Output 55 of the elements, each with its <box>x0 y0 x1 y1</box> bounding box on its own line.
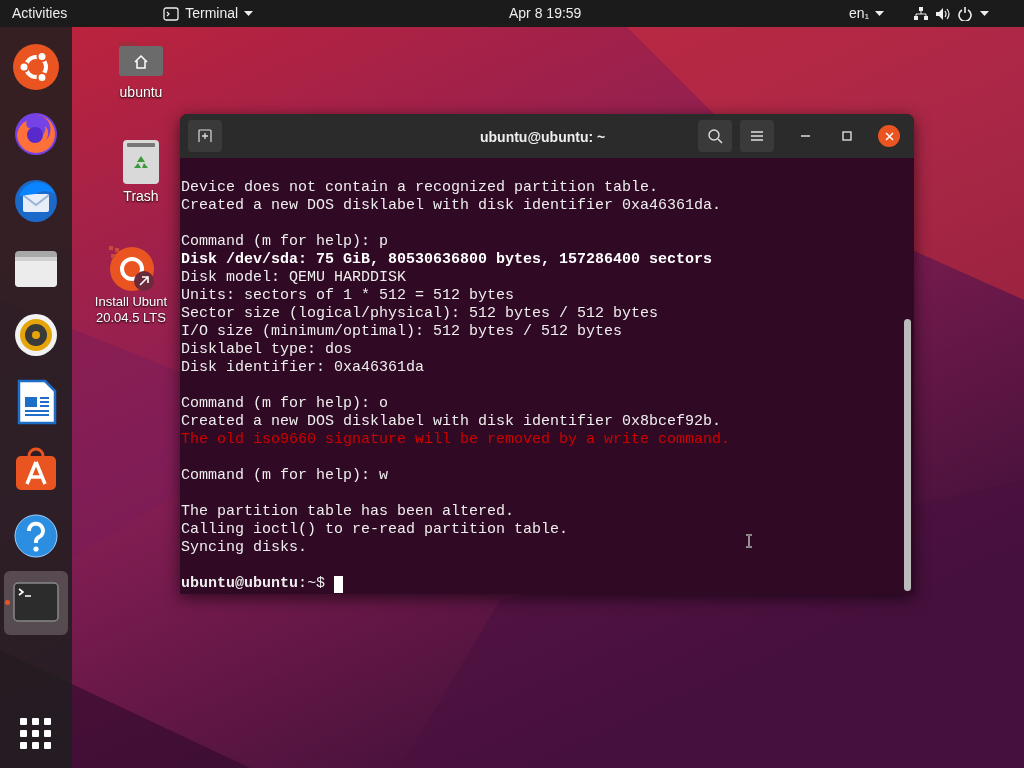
window-title: ubuntu@ubuntu: ~ <box>480 128 606 147</box>
error-line: The old iso9660 signature will be removed by a write command. <box>181 431 731 449</box>
output-line: I/O size (minimum/optimal): 512 bytes / 512 bytes <box>181 323 623 341</box>
output-line: Command (m for help): w <box>181 467 389 485</box>
output-line: Disklabel type: dos <box>181 341 353 359</box>
installer-icon <box>107 244 155 292</box>
desktop-icon-label[interactable]: ubuntu <box>119 84 163 100</box>
input-source-menu[interactable]: en₁ <box>849 0 885 27</box>
output-line: Calling ioctl() to re-read partition table. <box>181 521 569 539</box>
output-line: Created a new DOS disklabel with disk identifier 0xa46361da. <box>181 197 722 215</box>
text-cursor <box>334 575 344 593</box>
maximize-icon <box>842 131 852 141</box>
output-line: Command (m for help): p <box>181 233 389 251</box>
desktop-icon-label[interactable]: Trash <box>123 188 159 204</box>
i-beam-cursor-icon <box>745 534 753 548</box>
caret-icon <box>244 11 254 16</box>
running-indicator <box>5 600 10 605</box>
network-icon <box>914 7 928 20</box>
desktop-icon-label[interactable]: Install Ubunt 20.04.5 LTS <box>94 294 168 326</box>
shell-prompt: ubuntu@ubuntu:~$ <box>181 575 327 593</box>
speaker-icon <box>13 312 59 358</box>
caret-icon <box>875 11 885 16</box>
help-icon <box>13 513 59 559</box>
ubuntu-logo-icon <box>13 44 59 90</box>
output-line: Disk identifier: 0xa46361da <box>181 359 425 377</box>
output-line: Sector size (logical/physical): 512 bytes / 512 bytes <box>181 305 659 323</box>
output-line: The partition table has been altered. <box>181 503 515 521</box>
activities-button[interactable]: Activities <box>0 0 80 27</box>
search-button[interactable] <box>698 120 732 152</box>
app-menu[interactable]: Terminal <box>163 0 254 27</box>
power-icon <box>958 6 972 21</box>
search-icon <box>707 128 723 144</box>
menu-icon <box>751 131 763 141</box>
volume-icon <box>936 6 950 21</box>
output-line: Units: sectors of 1 * 512 = 512 bytes <box>181 287 515 305</box>
output-line: Disk model: QEMU HARDDISK <box>181 269 407 287</box>
output-line: Created a new DOS disklabel with disk identifier 0x8bcef92b. <box>181 413 722 431</box>
shopping-bag-icon <box>13 446 59 492</box>
output-line: Command (m for help): o <box>181 395 389 413</box>
app-grid-icon <box>20 717 51 749</box>
caret-icon <box>980 11 989 16</box>
new-tab-button[interactable] <box>188 120 222 152</box>
browser-globe-icon <box>13 111 59 157</box>
output-line: Device does not contain a recognized partition table. <box>181 179 659 197</box>
scrollbar-thumb[interactable] <box>904 319 911 591</box>
terminal-icon <box>163 6 180 21</box>
app-grid-button[interactable] <box>20 717 52 749</box>
menu-button[interactable] <box>740 120 774 152</box>
output-line: Syncing disks. <box>181 539 308 557</box>
minimize-icon <box>800 135 810 137</box>
new-tab-icon <box>198 129 212 143</box>
clock[interactable]: Apr 8 19:59 <box>509 0 582 27</box>
output-line: Disk /dev/sda: 75 GiB, 80530636800 bytes, 157286400 sectors <box>181 251 713 269</box>
close-button[interactable] <box>878 125 900 147</box>
close-icon <box>884 131 894 141</box>
